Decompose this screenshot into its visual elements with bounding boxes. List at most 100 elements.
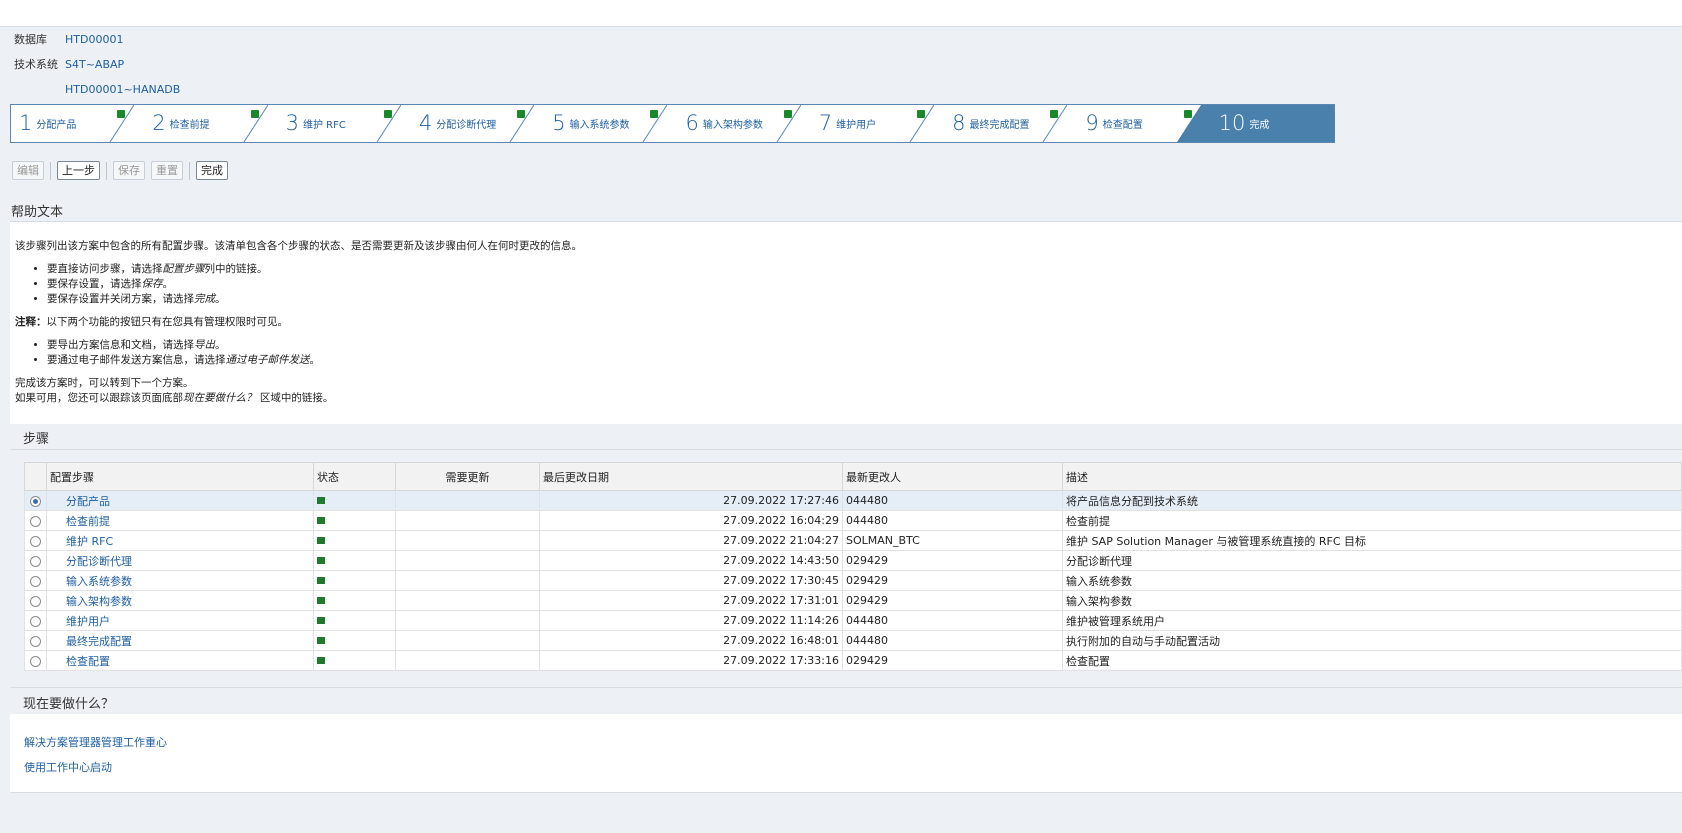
help-text: 要直接访问步骤，请选择: [47, 263, 163, 275]
previous-button[interactable]: 上一步: [57, 161, 100, 180]
step-label: 维护 RFC: [302, 120, 346, 131]
help-outro-2: 如果可用，您还可以跟踪该页面底部现在要做什么？ 区域中的链接。: [15, 391, 1682, 406]
help-emphasis: 通过电子邮件发送: [225, 354, 310, 366]
step-label: 输入架构参数: [702, 120, 763, 131]
column-header-config-step[interactable]: 配置步骤: [46, 462, 314, 491]
config-step-link[interactable]: 维护用户: [46, 610, 314, 631]
step-number: 4: [418, 111, 433, 135]
table-row[interactable]: 检查前提 27.09.2022 16:04:29 044480 检查前提: [24, 510, 1682, 531]
table-row[interactable]: 维护 RFC 27.09.2022 21:04:27 SOLMAN_BTC 维护…: [24, 530, 1682, 551]
description-cell: 分配诊断代理: [1062, 550, 1682, 571]
date-cell: 27.09.2022 21:04:27: [539, 530, 843, 551]
wizard-step-5[interactable]: 5 输入系统参数: [534, 105, 668, 142]
user-cell: 029429: [842, 570, 1063, 591]
description-cell: 维护 SAP Solution Manager 与被管理系统直接的 RFC 目标: [1062, 530, 1682, 551]
step-link[interactable]: 最终完成配置: [50, 635, 132, 648]
what-now-header: 现在要做什么？: [10, 687, 1682, 715]
table-row[interactable]: 分配诊断代理 27.09.2022 14:43:50 029429 分配诊断代理: [24, 550, 1682, 571]
step-link[interactable]: 分配产品: [50, 495, 110, 508]
date-cell: 27.09.2022 16:48:01: [539, 630, 843, 651]
launch-workcenter-link[interactable]: 使用工作中心启动: [24, 759, 112, 775]
table-row[interactable]: 最终完成配置 27.09.2022 16:48:01 044480 执行附加的自…: [24, 630, 1682, 651]
help-text: 要导出方案信息和文档，请选择: [47, 339, 194, 351]
table-row[interactable]: 维护用户 27.09.2022 11:14:26 044480 维护被管理系统用…: [24, 610, 1682, 631]
step-link[interactable]: 分配诊断代理: [50, 555, 132, 568]
radio-icon[interactable]: [30, 635, 41, 647]
row-selector[interactable]: [24, 530, 47, 551]
update-cell: [395, 530, 540, 551]
step-label: 输入系统参数: [569, 120, 630, 131]
column-header-changed-by[interactable]: 最新更改人: [842, 462, 1063, 491]
step-link[interactable]: 维护 RFC: [50, 535, 113, 548]
table-row[interactable]: 输入系统参数 27.09.2022 17:30:45 029429 输入系统参数: [24, 570, 1682, 591]
row-selector[interactable]: [24, 630, 47, 651]
row-selector[interactable]: [24, 590, 47, 611]
step-number: 5: [552, 111, 566, 135]
wizard-step-9[interactable]: 9 检查配置: [1067, 105, 1201, 142]
finish-button[interactable]: 完成: [196, 161, 228, 180]
help-text: 要保存设置并关闭方案，请选择: [47, 293, 194, 305]
wizard-step-7[interactable]: 7 维护用户: [801, 105, 935, 142]
config-step-link[interactable]: 检查配置: [46, 650, 314, 671]
wizard-step-2[interactable]: 2 检查前提: [134, 105, 268, 142]
column-header-status[interactable]: 状态: [313, 462, 396, 491]
step-link[interactable]: 检查配置: [50, 655, 110, 668]
step-link[interactable]: 输入架构参数: [50, 595, 132, 608]
reset-button[interactable]: 重置: [151, 161, 183, 180]
wizard-roadmap: 1 分配产品 2 检查前提 3 维护 RFC 4 分配诊断代理 5 输入系统参数…: [10, 104, 1335, 143]
help-list-2: 要导出方案信息和文档，请选择导出。 要通过电子邮件发送方案信息，请选择通过电子邮…: [15, 338, 1682, 368]
row-selector[interactable]: [24, 570, 47, 591]
radio-icon[interactable]: [30, 655, 41, 667]
column-header-last-changed[interactable]: 最后更改日期: [539, 462, 843, 491]
step-label: 分配产品: [36, 120, 77, 131]
row-selector[interactable]: [24, 610, 47, 631]
wizard-step-1[interactable]: 1 分配产品: [11, 105, 135, 142]
radio-icon[interactable]: [30, 555, 41, 567]
step-label: 分配诊断代理: [436, 120, 497, 131]
row-selector[interactable]: [24, 550, 47, 571]
table-row[interactable]: 检查配置 27.09.2022 17:33:16 029429 检查配置: [24, 650, 1682, 671]
step-separator: [776, 105, 801, 142]
config-step-link[interactable]: 维护 RFC: [46, 530, 314, 551]
table-row[interactable]: 输入架构参数 27.09.2022 17:31:01 029429 输入架构参数: [24, 590, 1682, 611]
column-header-description[interactable]: 描述: [1062, 462, 1682, 491]
config-step-link[interactable]: 输入架构参数: [46, 590, 314, 611]
step-link[interactable]: 检查前提: [50, 515, 110, 528]
wizard-step-10[interactable]: 10 完成: [1200, 105, 1334, 142]
row-selector[interactable]: [24, 490, 47, 511]
save-button[interactable]: 保存: [113, 161, 145, 180]
status-cell: [313, 490, 396, 511]
help-text: 。: [215, 293, 226, 305]
column-header-update-needed[interactable]: 需要更新: [395, 462, 540, 491]
edit-button[interactable]: 编辑: [12, 161, 44, 180]
help-intro: 该步骤列出该方案中包含的所有配置步骤。该清单包含各个步骤的状态、是否需要更新及该…: [15, 240, 582, 252]
config-step-link[interactable]: 分配产品: [46, 490, 314, 511]
config-step-link[interactable]: 最终完成配置: [46, 630, 314, 651]
row-selector[interactable]: [24, 650, 47, 671]
column-header-select[interactable]: [24, 462, 47, 491]
radio-selected-icon[interactable]: [30, 495, 41, 507]
user-cell: 044480: [842, 610, 1063, 631]
database-label: 数据库: [14, 33, 47, 46]
step-separator: [1176, 105, 1201, 142]
config-step-link[interactable]: 分配诊断代理: [46, 550, 314, 571]
help-emphasis: 保存: [141, 278, 163, 290]
radio-icon[interactable]: [30, 575, 41, 587]
radio-icon[interactable]: [30, 595, 41, 607]
wizard-step-8[interactable]: 8 最终完成配置: [934, 105, 1068, 142]
wizard-step-6[interactable]: 6 输入架构参数: [667, 105, 801, 142]
config-step-link[interactable]: 输入系统参数: [46, 570, 314, 591]
table-row[interactable]: 分配产品 27.09.2022 17:27:46 044480 将产品信息分配到…: [24, 490, 1682, 511]
toolbar-separator: [106, 161, 107, 180]
wizard-step-4[interactable]: 4 分配诊断代理: [401, 105, 535, 142]
user-cell: 029429: [842, 550, 1063, 571]
wizard-step-3[interactable]: 3 维护 RFC: [268, 105, 401, 142]
solution-manager-workcenter-link[interactable]: 解决方案管理器管理工作重心: [24, 734, 167, 750]
row-selector[interactable]: [24, 510, 47, 531]
radio-icon[interactable]: [30, 615, 41, 627]
radio-icon[interactable]: [30, 515, 41, 527]
step-link[interactable]: 输入系统参数: [50, 575, 132, 588]
config-step-link[interactable]: 检查前提: [46, 510, 314, 531]
step-link[interactable]: 维护用户: [50, 615, 110, 628]
radio-icon[interactable]: [30, 535, 41, 547]
